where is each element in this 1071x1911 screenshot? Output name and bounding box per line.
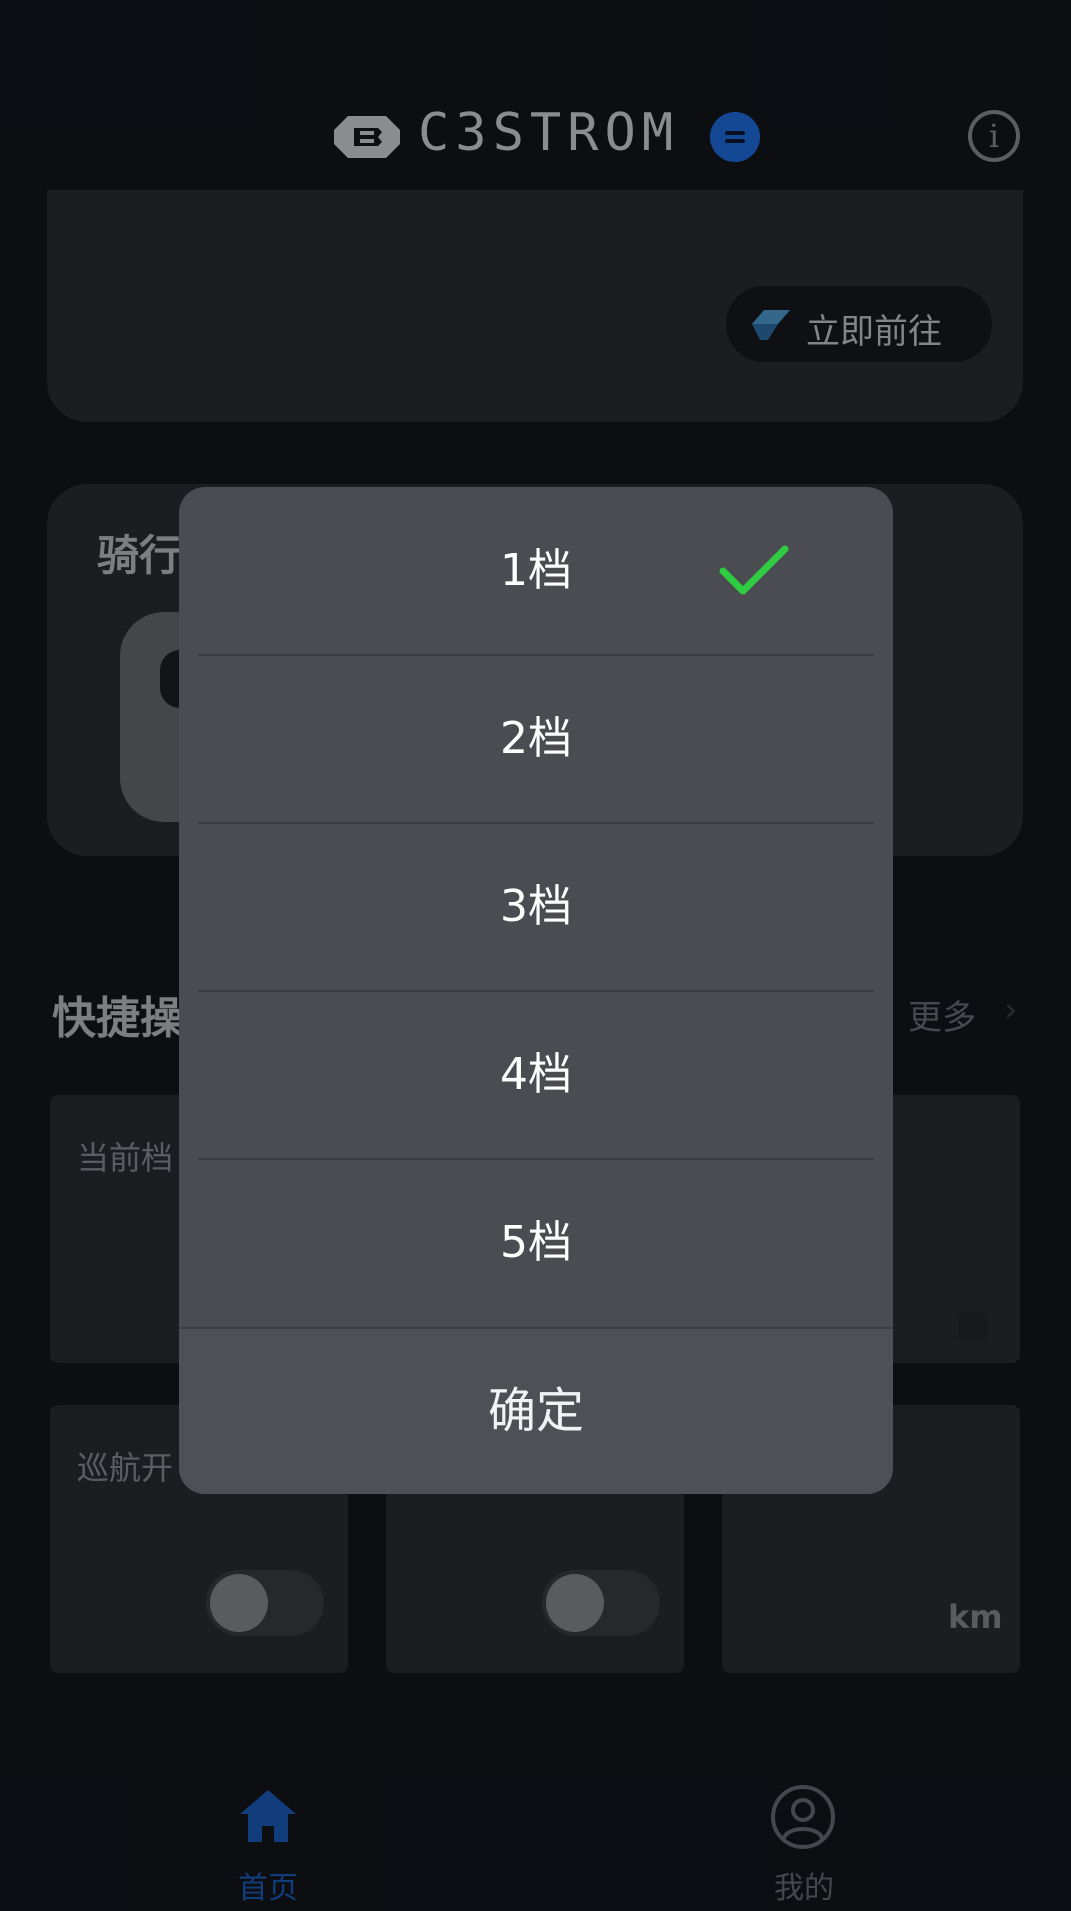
gear-option-label: 3档 — [500, 881, 572, 932]
gear-option-label: 4档 — [500, 1049, 572, 1100]
gear-option-5[interactable]: 5档 — [179, 1159, 893, 1327]
gear-option-label: 2档 — [500, 713, 572, 764]
gear-option-1[interactable]: 1档 — [179, 487, 893, 655]
check-icon — [719, 545, 789, 595]
gear-option-2[interactable]: 2档 — [179, 655, 893, 823]
confirm-button-label: 确定 — [487, 1383, 584, 1439]
confirm-button[interactable]: 确定 — [179, 1327, 893, 1494]
gear-option-4[interactable]: 4档 — [179, 991, 893, 1159]
gear-select-dialog: 1档 2档 3档 4档 5档 确定 — [179, 487, 893, 1494]
gear-option-3[interactable]: 3档 — [179, 823, 893, 991]
gear-option-label: 5档 — [500, 1217, 572, 1268]
